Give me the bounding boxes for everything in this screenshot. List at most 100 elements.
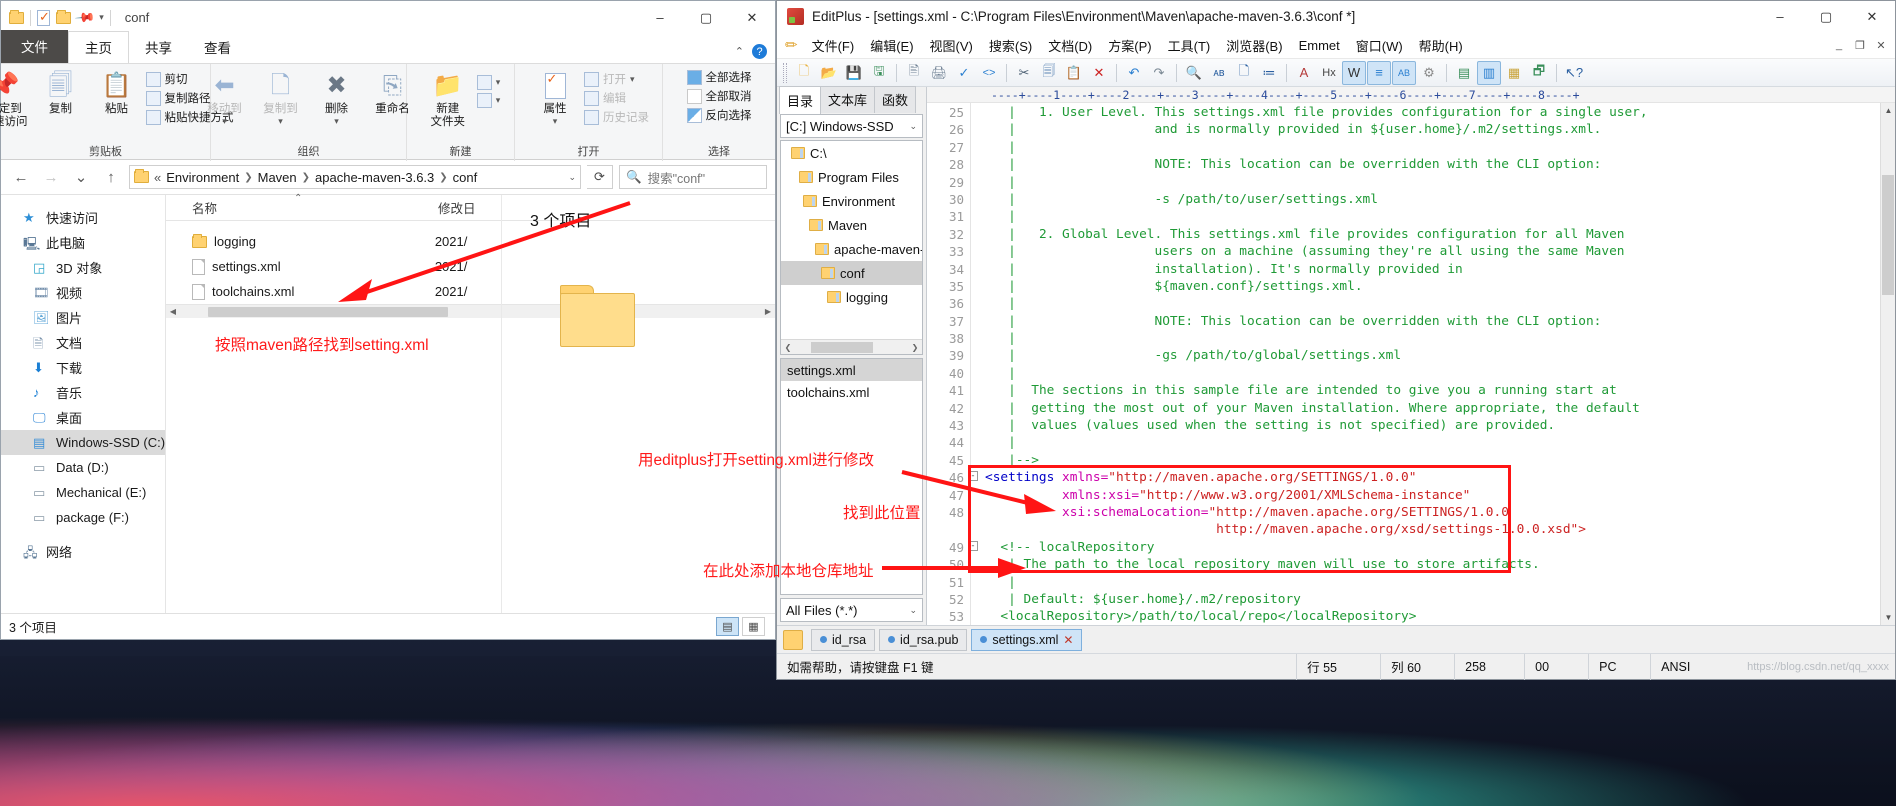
help-icon[interactable]: ?	[752, 44, 767, 59]
chevron-down-icon[interactable]: ⌄	[909, 121, 917, 132]
tab-share[interactable]: 共享	[129, 32, 188, 63]
copy-icon[interactable]: 🗐	[1037, 61, 1061, 85]
table-row[interactable]: settings.xml 2021/	[166, 254, 496, 279]
editplus-maximize-button[interactable]: ▢	[1803, 1, 1849, 32]
copy-to-button[interactable]: 🗋 复制到 ▾	[254, 67, 308, 129]
tab-home[interactable]: 主页	[68, 31, 129, 64]
tab-cliptext[interactable]: 文本库	[820, 86, 876, 113]
replace-icon[interactable]: ᴀв	[1207, 61, 1231, 85]
table-row[interactable]: toolchains.xml 2021/	[166, 279, 496, 304]
nav-item-music[interactable]: ♪ 音乐	[1, 380, 165, 405]
up-button[interactable]: ↑	[99, 165, 123, 189]
explorer-close-button[interactable]: ✕	[729, 1, 775, 34]
menu-file[interactable]: 文件(F)	[804, 33, 863, 58]
menu-edit[interactable]: 编辑(E)	[862, 33, 921, 58]
menu-view[interactable]: 视图(V)	[922, 33, 981, 58]
paste-icon[interactable]: 📋	[1062, 61, 1086, 85]
goto-line-icon[interactable]: ≔	[1257, 61, 1281, 85]
nav-item-data-d[interactable]: ▭ Data (D:)	[1, 455, 165, 480]
print-preview-icon[interactable]: 🖹	[902, 61, 926, 85]
chevron-down-icon[interactable]: ⌄	[568, 172, 576, 183]
print-icon[interactable]: 🖨	[927, 61, 951, 85]
tree-item-c-drive[interactable]: C:\	[781, 141, 922, 165]
nav-item-desktop[interactable]: 🖵 桌面	[1, 405, 165, 430]
column-header-modified[interactable]: 修改日	[438, 198, 500, 217]
tree-item-apache-maven[interactable]: apache-maven-	[781, 237, 922, 261]
open-button[interactable]: 打开 ▾	[584, 71, 649, 87]
nav-item-mechanical-e[interactable]: ▭ Mechanical (E:)	[1, 480, 165, 505]
editor-code-area[interactable]: 25 26 27 28 29 30 31 32 33 34 35 36 37 38 39 40 41 42 43 44…	[927, 103, 1895, 625]
chevron-down-icon[interactable]: ▾	[99, 12, 104, 23]
code-text[interactable]: | 1. User Level. This settings.xml file …	[971, 103, 1895, 625]
doc-tab-id-rsa-pub[interactable]: id_rsa.pub	[879, 628, 968, 651]
list-item-toolchains-xml[interactable]: toolchains.xml	[781, 381, 922, 403]
large-icons-view-button[interactable]: ▦	[742, 617, 765, 636]
history-button[interactable]: 历史记录	[584, 109, 649, 125]
editplus-close-button[interactable]: ✕	[1849, 1, 1895, 32]
breadcrumb-conf[interactable]: conf	[453, 170, 478, 185]
explorer-maximize-button[interactable]: ▢	[683, 1, 729, 34]
select-none-button[interactable]: 全部取消	[686, 88, 752, 104]
clip-library-icon[interactable]: ▦	[1502, 61, 1526, 85]
word-wrap-icon[interactable]: W	[1342, 60, 1366, 85]
menu-document[interactable]: 文档(D)	[1040, 33, 1100, 58]
menu-search[interactable]: 搜索(S)	[981, 33, 1040, 58]
nav-item-3d-objects[interactable]: ◲ 3D 对象	[1, 255, 165, 280]
tree-item-conf[interactable]: conf	[781, 261, 922, 285]
delete-icon[interactable]: ✕	[1087, 61, 1111, 85]
breadcrumb-apache-maven[interactable]: apache-maven-3.6.3	[315, 170, 434, 185]
tab-function[interactable]: 函数	[874, 86, 917, 113]
tab-directory[interactable]: 目录	[779, 86, 822, 114]
edit-button[interactable]: 编辑	[584, 90, 649, 106]
scrollbar-thumb[interactable]	[208, 306, 448, 317]
easy-access-button[interactable]: ▾	[476, 93, 500, 108]
tab-file[interactable]: 文件	[1, 30, 68, 63]
ribbon-collapse-icon[interactable]: ⌃	[735, 45, 744, 58]
editplus-minimize-button[interactable]: –	[1757, 1, 1803, 32]
nav-item-videos[interactable]: 🎞 视频	[1, 280, 165, 305]
refresh-button[interactable]: ⟳	[587, 165, 613, 189]
properties-button[interactable]: 属性 ▾	[528, 67, 582, 129]
nav-item-network[interactable]: 🖧 网络	[1, 539, 165, 564]
chevron-down-icon[interactable]: ⌄	[909, 605, 917, 616]
scroll-left-icon[interactable]: ◀	[166, 307, 180, 316]
fold-toggle-icon[interactable]: -	[968, 471, 978, 482]
mdi-minimize-button[interactable]: _	[1829, 36, 1849, 54]
find-icon[interactable]: 🔍	[1182, 61, 1206, 85]
column-header-name[interactable]: 名称 ⌃	[166, 193, 438, 217]
spellcheck-icon[interactable]: ✓	[952, 61, 976, 85]
browser-preview-icon[interactable]: 🗗	[1527, 61, 1551, 85]
hex-icon[interactable]: Hx	[1317, 61, 1341, 85]
breadcrumb-maven[interactable]: Maven	[258, 170, 297, 185]
back-button[interactable]: ←	[9, 165, 33, 189]
address-breadcrumb-box[interactable]: « Environment ❯ Maven ❯ apache-maven-3.6…	[129, 165, 581, 189]
save-icon[interactable]: 💾	[842, 61, 866, 85]
menu-emmet[interactable]: Emmet	[1291, 35, 1348, 56]
new-file-icon[interactable]: 🗋	[792, 61, 816, 85]
tab-view[interactable]: 查看	[188, 32, 247, 63]
doc-tab-settings-xml[interactable]: settings.xml ✕	[971, 628, 1083, 651]
toolbar-grip[interactable]	[783, 62, 787, 83]
tree-item-program-files[interactable]: Program Files	[781, 165, 922, 189]
menu-help[interactable]: 帮助(H)	[1411, 33, 1471, 58]
table-row[interactable]: logging 2021/	[166, 229, 496, 254]
tree-item-maven[interactable]: Maven	[781, 213, 922, 237]
nav-item-this-pc[interactable]: 🖳 此电脑	[1, 230, 165, 255]
show-spaces-icon[interactable]: ≡	[1367, 60, 1391, 85]
tree-item-environment[interactable]: Environment	[781, 189, 922, 213]
new-item-button[interactable]: ▾	[476, 75, 500, 90]
forward-button[interactable]: →	[39, 165, 63, 189]
nav-item-documents[interactable]: 🗎 文档	[1, 330, 165, 355]
menu-tools[interactable]: 工具(T)	[1160, 33, 1219, 58]
file-type-filter[interactable]: All Files (*.*) ⌄	[780, 598, 923, 622]
mdi-close-button[interactable]: ✕	[1871, 36, 1891, 54]
search-box[interactable]: 🔍 搜索"conf"	[619, 165, 767, 189]
paste-button[interactable]: 📋 粘贴	[90, 67, 144, 118]
nav-item-windows-ssd-c[interactable]: ▤ Windows-SSD (C:)	[1, 430, 165, 455]
move-to-button[interactable]: ⬅ 移动到 ▾	[198, 67, 252, 129]
document-selector-icon[interactable]: ▤	[1452, 61, 1476, 85]
open-file-icon[interactable]: 📂	[817, 61, 841, 85]
undo-icon[interactable]: ↶	[1122, 61, 1146, 85]
menu-browser[interactable]: 浏览器(B)	[1218, 33, 1290, 58]
column-mode-icon[interactable]: AB	[1392, 60, 1416, 85]
